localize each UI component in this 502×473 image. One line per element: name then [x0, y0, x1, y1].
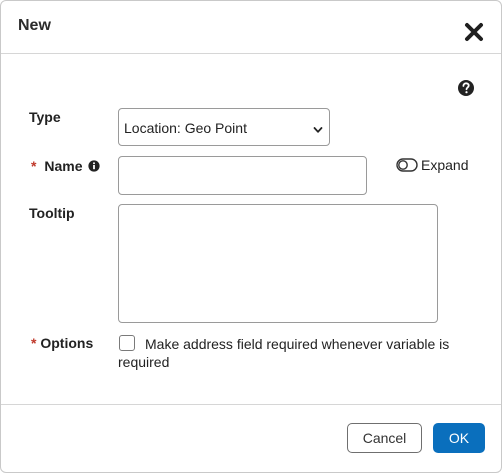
tooltip-textarea[interactable]: [118, 204, 438, 323]
required-marker: *: [31, 158, 37, 174]
name-label-row: * Name: [31, 158, 100, 174]
help-icon[interactable]: [457, 79, 475, 97]
dialog-header: New: [1, 1, 501, 54]
toggle-off-icon: [396, 158, 418, 172]
ok-button[interactable]: OK: [433, 423, 485, 453]
expand-label: Expand: [421, 157, 469, 173]
options-label-row: * Options: [31, 335, 93, 351]
options-checkbox[interactable]: [119, 335, 135, 351]
type-select-value: Location: Geo Point: [124, 120, 247, 136]
options-checkbox-label[interactable]: Make address field required whenever var…: [118, 335, 458, 371]
new-dialog: New Type Location: Geo Point * Name Expa…: [0, 0, 502, 473]
type-select[interactable]: Location: Geo Point: [118, 108, 330, 146]
name-input[interactable]: [118, 156, 367, 195]
required-marker: *: [31, 335, 37, 351]
name-label: Name: [44, 158, 83, 174]
info-icon[interactable]: [88, 159, 100, 172]
close-icon[interactable]: [461, 19, 487, 45]
expand-toggle[interactable]: Expand: [396, 156, 468, 174]
chevron-down-icon: [313, 122, 323, 133]
dialog-title: New: [18, 17, 51, 34]
cancel-button[interactable]: Cancel: [347, 423, 422, 453]
dialog-footer: [1, 404, 501, 405]
type-label: Type: [29, 109, 61, 125]
options-label: Options: [40, 335, 94, 351]
tooltip-label: Tooltip: [29, 205, 75, 221]
